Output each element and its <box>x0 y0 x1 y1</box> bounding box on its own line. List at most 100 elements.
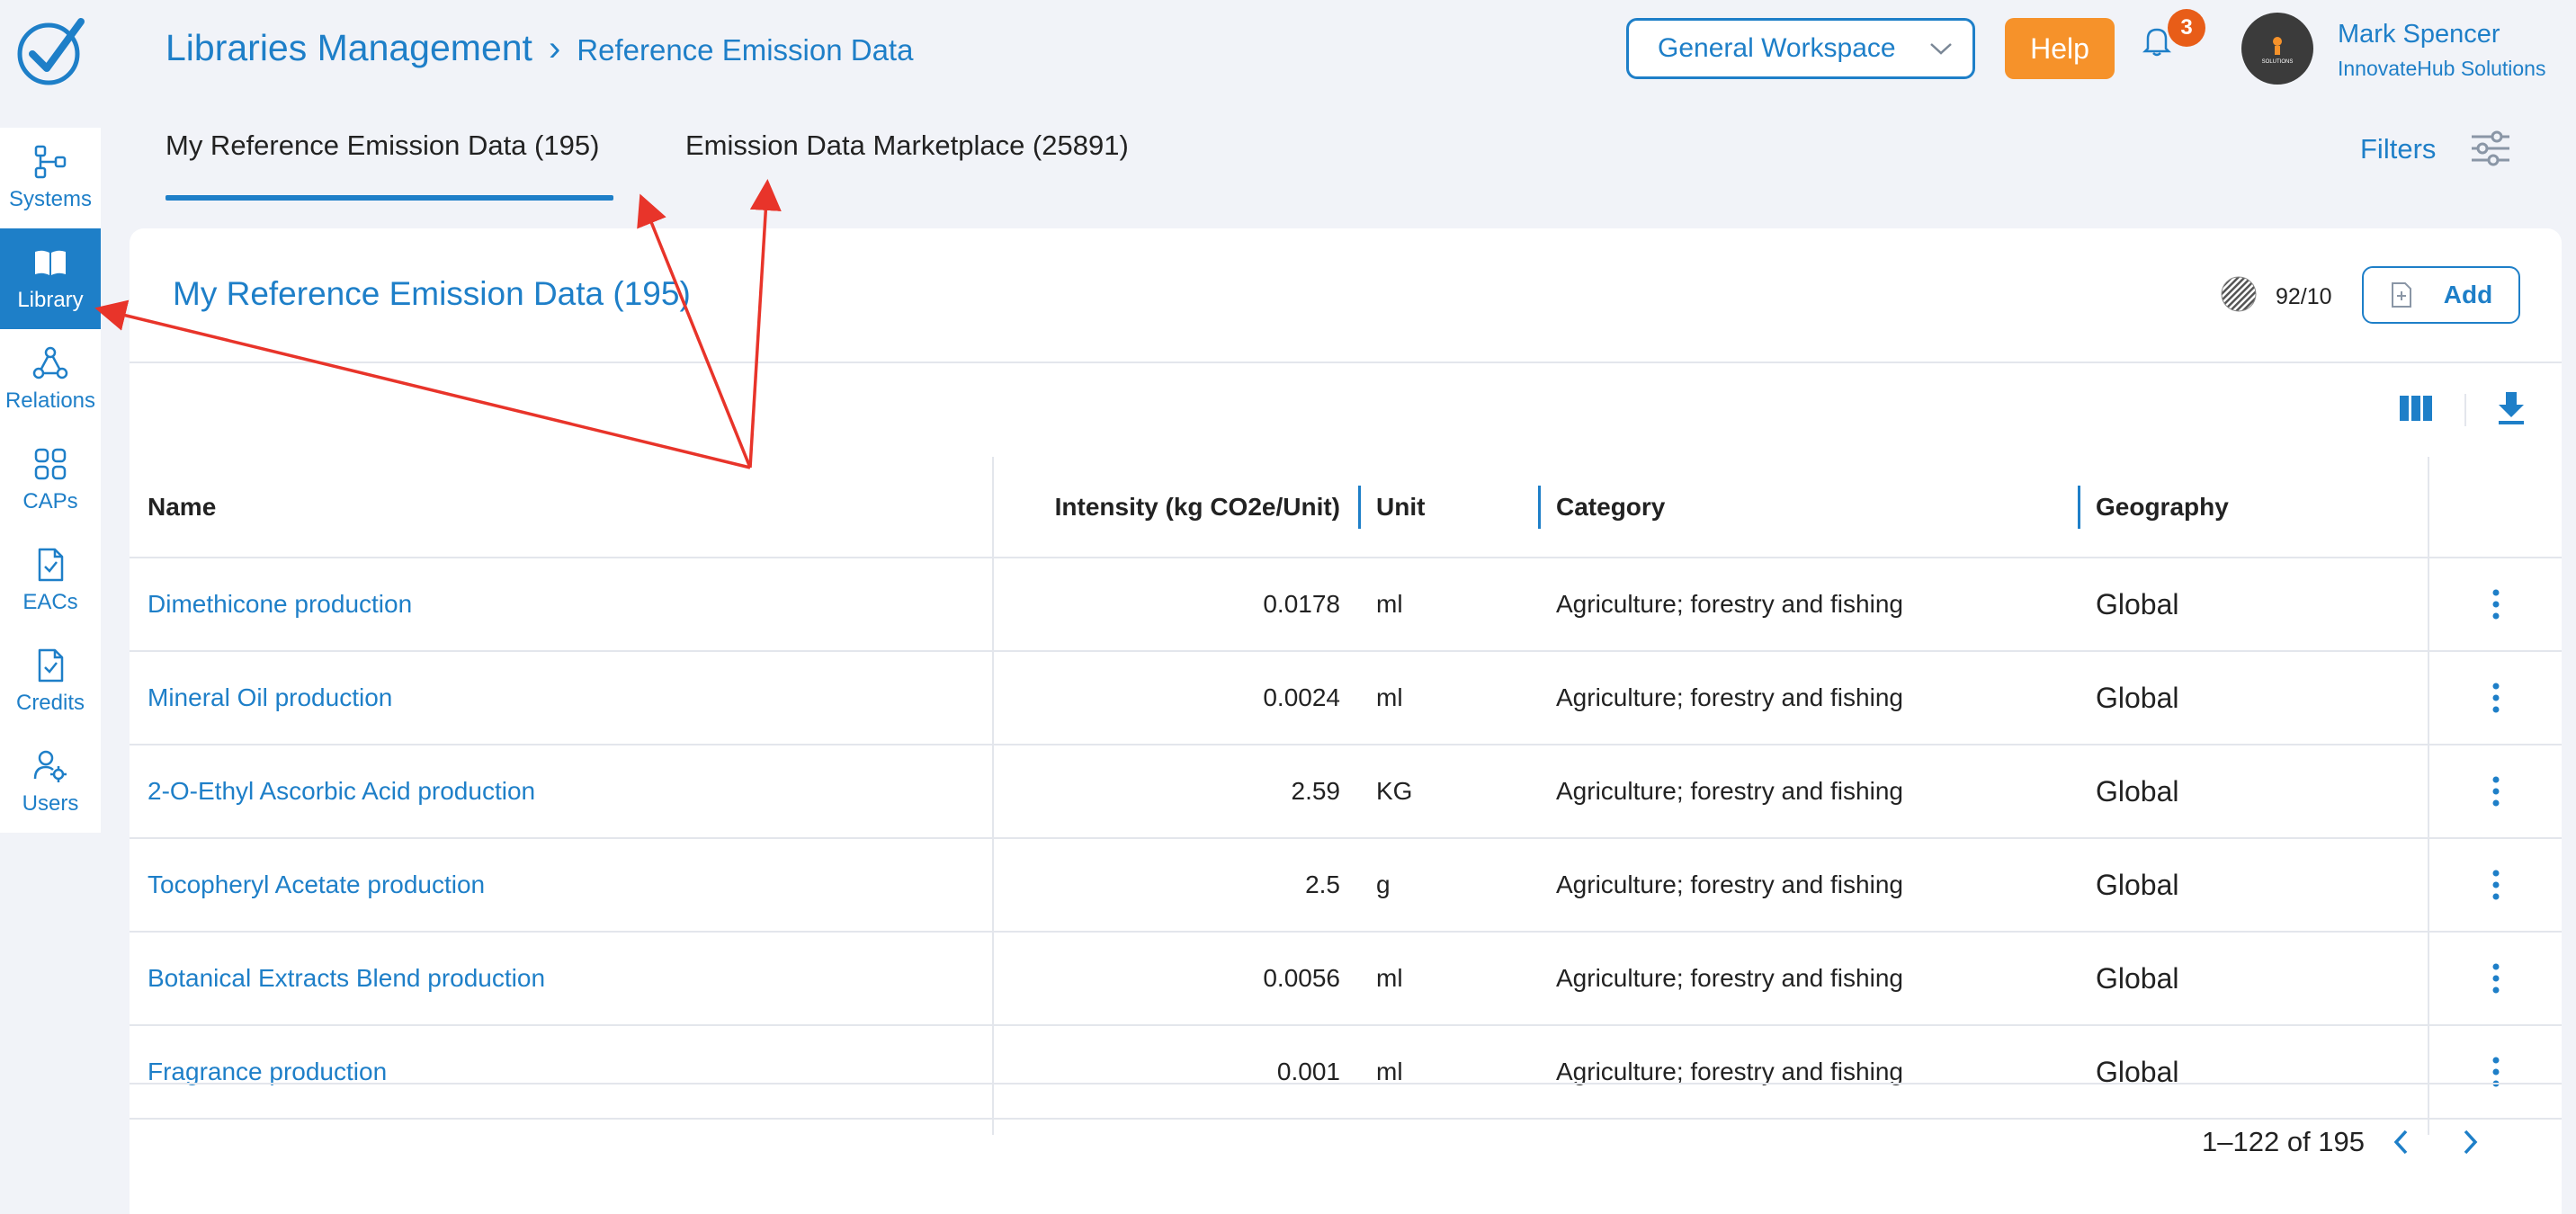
table-row[interactable]: Mineral Oil production 0.0024 ml Agricul… <box>130 651 2562 745</box>
row-category: Agriculture; forestry and fishing <box>1538 651 2078 745</box>
toolbar-divider <box>2464 394 2466 426</box>
row-intensity: 0.0178 <box>993 558 1358 652</box>
user-org: InnovateHub Solutions <box>2338 57 2546 80</box>
chevron-right-icon[interactable] <box>2454 1124 2486 1160</box>
usage-gauge-icon <box>2221 276 2257 312</box>
table-row[interactable]: Botanical Extracts Blend production 0.00… <box>130 932 2562 1026</box>
tab-my-reference-emission-data[interactable]: My Reference Emission Data (195) <box>165 129 599 162</box>
row-actions <box>2428 745 2562 839</box>
help-button[interactable]: Help <box>2005 18 2115 79</box>
tab-emission-data-marketplace[interactable]: Emission Data Marketplace (25891) <box>685 129 1129 162</box>
grid-toolbar <box>130 363 2562 457</box>
emission-data-table: Name Intensity (kg CO2e/Unit) Unit Categ… <box>130 457 2562 1135</box>
sidebar-item-label: Credits <box>15 691 85 715</box>
usage-count: 92/10 <box>2276 284 2332 309</box>
users-gear-icon <box>33 750 67 782</box>
table-row[interactable]: Tocopheryl Acetate production 2.5 g Agri… <box>130 838 2562 933</box>
relations-icon <box>32 346 68 379</box>
content-card: My Reference Emission Data (195) 92/10 A… <box>130 228 2562 1214</box>
row-category: Agriculture; forestry and fishing <box>1538 745 2078 839</box>
row-intensity: 2.59 <box>993 745 1358 839</box>
column-header-unit[interactable]: Unit <box>1358 457 1538 558</box>
column-header-intensity[interactable]: Intensity (kg CO2e/Unit) <box>993 457 1358 558</box>
row-unit: ml <box>1358 651 1538 745</box>
breadcrumb: Libraries Management › Reference Emissio… <box>165 27 913 69</box>
chevron-left-icon[interactable] <box>2385 1124 2418 1160</box>
sidebar-item-credits[interactable]: Credits <box>0 631 101 732</box>
app-logo-icon[interactable] <box>14 14 86 86</box>
workspace-select[interactable]: General Workspace <box>1626 18 1975 79</box>
row-name-link[interactable]: Mineral Oil production <box>130 651 994 745</box>
row-intensity: 2.5 <box>993 838 1358 933</box>
avatar-logo-icon: SOLUTIONS <box>2262 37 2294 65</box>
row-intensity: 0.0056 <box>993 932 1358 1026</box>
card-title: My Reference Emission Data (195) <box>173 275 691 312</box>
row-geography: Global <box>2078 932 2429 1026</box>
breadcrumb-root-link[interactable]: Libraries Management <box>165 27 532 69</box>
grid-icon <box>34 448 67 480</box>
sidebar-item-library[interactable]: Library <box>0 228 101 329</box>
sidebar-item-relations[interactable]: Relations <box>0 329 101 430</box>
systems-icon <box>34 145 67 179</box>
sidebar-item-label: Systems <box>8 187 92 211</box>
row-category: Agriculture; forestry and fishing <box>1538 558 2078 652</box>
row-name-link[interactable]: Tocopheryl Acetate production <box>130 838 994 933</box>
filters-button[interactable]: Filters <box>2360 133 2436 165</box>
row-unit: g <box>1358 838 1538 933</box>
sidebar-item-label: Relations <box>4 388 96 413</box>
sliders-icon[interactable] <box>2470 129 2511 167</box>
pagination-range: 1–122 of 195 <box>2202 1126 2366 1157</box>
more-vertical-icon[interactable] <box>2492 962 2500 995</box>
row-actions <box>2428 651 2562 745</box>
add-button[interactable]: Add <box>2362 266 2520 324</box>
row-unit: ml <box>1358 932 1538 1026</box>
sidebar: Systems Library Relations CAPs EACs Cred… <box>0 128 101 833</box>
column-resize-handle[interactable] <box>1538 486 1541 529</box>
column-header-name[interactable]: Name <box>130 457 994 558</box>
sidebar-item-systems[interactable]: Systems <box>0 128 101 228</box>
column-header-geography[interactable]: Geography <box>2078 457 2429 558</box>
notification-badge[interactable]: 3 <box>2168 9 2205 47</box>
add-file-icon <box>2391 282 2411 308</box>
row-intensity: 0.0024 <box>993 651 1358 745</box>
chevron-right-icon: › <box>548 28 561 68</box>
svg-text:SOLUTIONS: SOLUTIONS <box>2262 59 2294 65</box>
avatar[interactable]: SOLUTIONS <box>2241 13 2313 85</box>
columns-icon[interactable] <box>2400 396 2432 421</box>
more-vertical-icon[interactable] <box>2492 869 2500 901</box>
book-icon <box>35 250 66 275</box>
more-vertical-icon[interactable] <box>2492 775 2500 808</box>
more-vertical-icon[interactable] <box>2492 682 2500 714</box>
row-name-link[interactable]: Botanical Extracts Blend production <box>130 932 994 1026</box>
row-name-link[interactable]: Dimethicone production <box>130 558 994 652</box>
more-vertical-icon[interactable] <box>2492 588 2500 620</box>
row-geography: Global <box>2078 558 2429 652</box>
row-geography: Global <box>2078 651 2429 745</box>
sidebar-item-caps[interactable]: CAPs <box>0 430 101 531</box>
row-category: Agriculture; forestry and fishing <box>1538 932 2078 1026</box>
sidebar-item-eacs[interactable]: EACs <box>0 531 101 631</box>
document-check-icon <box>38 648 64 683</box>
active-tab-indicator <box>165 195 613 201</box>
workspace-value: General Workspace <box>1658 33 1896 63</box>
row-name-link[interactable]: 2-O-Ethyl Ascorbic Acid production <box>130 745 994 839</box>
chevron-down-icon <box>1930 43 1952 55</box>
column-header-actions <box>2428 457 2562 558</box>
column-resize-handle[interactable] <box>1358 486 1361 529</box>
row-geography: Global <box>2078 838 2429 933</box>
sidebar-item-label: Library <box>17 288 84 312</box>
column-header-category[interactable]: Category <box>1538 457 2078 558</box>
column-resize-handle[interactable] <box>2078 486 2080 529</box>
sidebar-item-users[interactable]: Users <box>0 732 101 833</box>
document-check-icon <box>38 548 64 582</box>
sidebar-item-label: CAPs <box>22 489 78 513</box>
breadcrumb-current: Reference Emission Data <box>577 32 914 67</box>
download-icon[interactable] <box>2495 390 2527 426</box>
user-name[interactable]: Mark Spencer <box>2338 20 2500 49</box>
table-row[interactable]: 2-O-Ethyl Ascorbic Acid production 2.59 … <box>130 745 2562 839</box>
sidebar-item-label: Users <box>22 791 79 816</box>
row-actions <box>2428 932 2562 1026</box>
table-row[interactable]: Dimethicone production 0.0178 ml Agricul… <box>130 558 2562 652</box>
grid-footer: 1–122 of 195 <box>130 1083 2562 1182</box>
row-actions <box>2428 558 2562 652</box>
